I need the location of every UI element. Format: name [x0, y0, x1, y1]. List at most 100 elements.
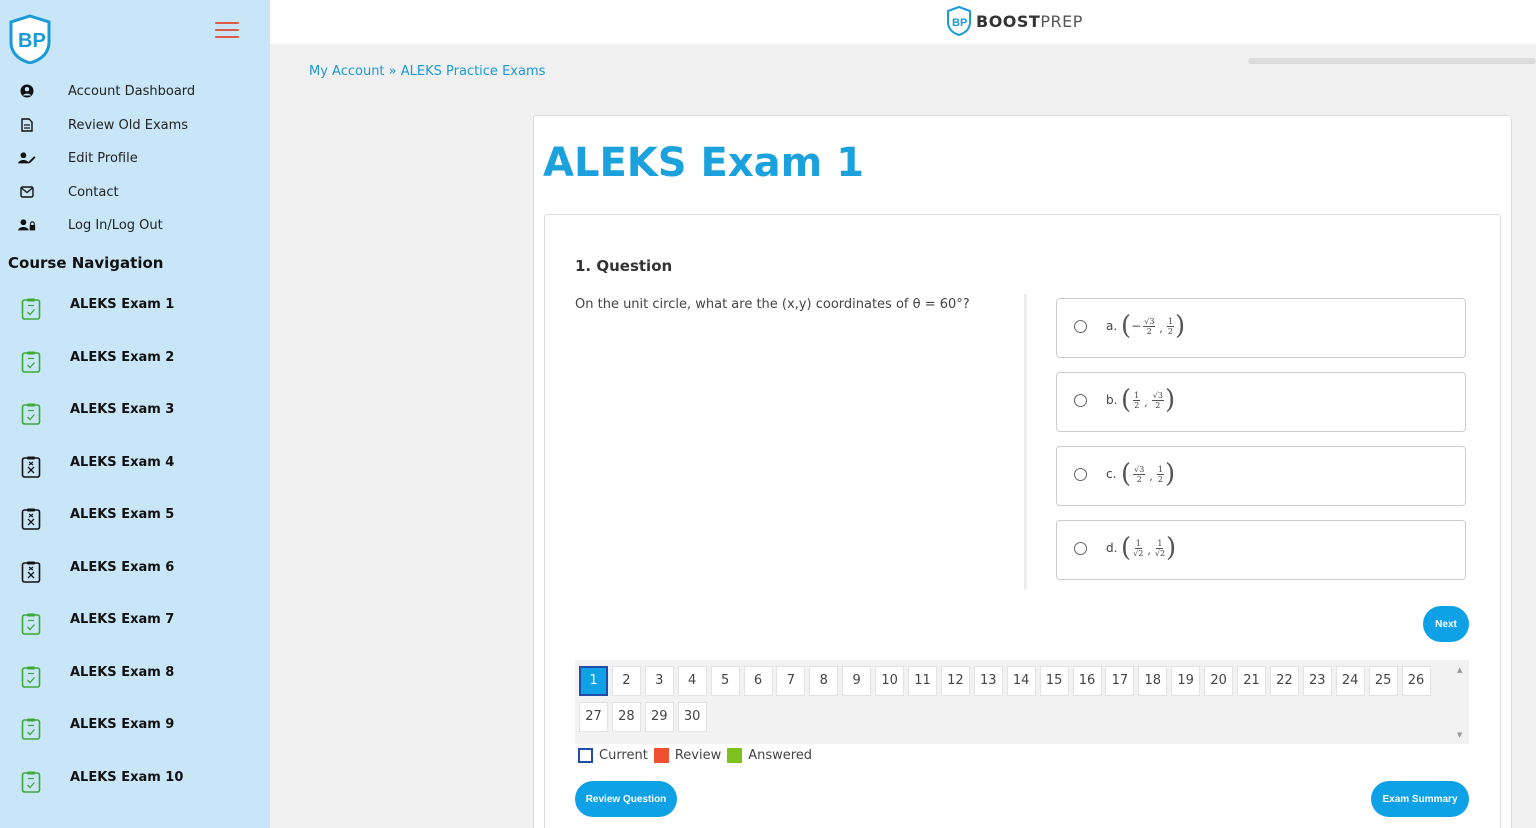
question-nav-cell[interactable]: 25: [1368, 666, 1398, 696]
course-nav-exam-2[interactable]: ALEKS Exam 2: [0, 350, 270, 390]
course-nav-exam-7[interactable]: ALEKS Exam 7: [0, 612, 270, 652]
course-navigation-heading: Course Navigation: [8, 254, 164, 272]
option-x-numerator: 1: [1133, 390, 1141, 401]
exam-title: ALEKS Exam 1: [543, 140, 865, 186]
question-nav-cell[interactable]: 27: [579, 702, 608, 732]
option-math: (√3 2, 1 2): [1121, 459, 1176, 489]
sidebar-item-label: Contact: [68, 184, 119, 200]
option-y-denominator: 2: [1157, 474, 1163, 484]
question-nav-cell[interactable]: 16: [1072, 666, 1102, 696]
breadcrumb-my-account[interactable]: My Account: [309, 64, 385, 79]
clipboard-check-icon: [20, 350, 42, 374]
course-nav-exam-label: ALEKS Exam 4: [70, 454, 175, 470]
sidebar-item-label: Review Old Exams: [68, 117, 189, 133]
boostprep-logo-icon[interactable]: BP: [8, 14, 52, 65]
question-nav-cell[interactable]: 7: [776, 666, 806, 696]
question-nav-cell[interactable]: 3: [644, 666, 674, 696]
review-question-button[interactable]: Review Question: [575, 781, 677, 817]
option-y-numerator: √3: [1151, 390, 1164, 401]
sidebar-item-label: Edit Profile: [68, 150, 138, 166]
clipboard-check-icon: [20, 717, 42, 741]
question-legend: Current Review Answered: [578, 748, 818, 763]
question-nav-cell[interactable]: 2: [611, 666, 641, 696]
radio-button[interactable]: [1074, 468, 1087, 481]
course-nav-exam-label: ALEKS Exam 2: [70, 349, 175, 365]
option-x-numerator: 1: [1134, 538, 1142, 549]
next-button[interactable]: Next: [1423, 606, 1469, 642]
question-nav-cell[interactable]: 18: [1138, 666, 1168, 696]
clipboard-x-icon: [20, 507, 42, 531]
question-nav-cell[interactable]: 22: [1269, 666, 1299, 696]
question-nav-cell[interactable]: 12: [940, 666, 970, 696]
document-icon: [18, 116, 36, 134]
course-nav-exam-4[interactable]: ALEKS Exam 4: [0, 455, 270, 495]
scroll-up-icon[interactable]: ▲: [1457, 666, 1462, 674]
question-nav-cell[interactable]: 24: [1335, 666, 1365, 696]
question-nav-cell[interactable]: 26: [1401, 666, 1431, 696]
sidebar-item-edit-profile[interactable]: Edit Profile: [0, 143, 270, 173]
question-nav-cell[interactable]: 8: [809, 666, 839, 696]
question-nav-cell[interactable]: 15: [1039, 666, 1069, 696]
scroll-down-icon[interactable]: ▼: [1457, 731, 1462, 739]
option-letter: c.: [1106, 467, 1117, 481]
course-nav-exam-3[interactable]: ALEKS Exam 3: [0, 402, 270, 442]
question-nav-cell[interactable]: 6: [743, 666, 773, 696]
legend-label: Review: [674, 748, 722, 763]
question-nav-cell[interactable]: 11: [908, 666, 937, 696]
answer-option-b[interactable]: b.(1 2, √3 2): [1056, 372, 1466, 432]
clipboard-check-icon: [20, 297, 42, 321]
question-nav-cell[interactable]: 30: [677, 702, 707, 732]
question-nav-cell[interactable]: 4: [677, 666, 707, 696]
course-nav-exam-9[interactable]: ALEKS Exam 9: [0, 717, 270, 757]
svg-text:BP: BP: [952, 17, 967, 29]
course-nav-exam-5[interactable]: ALEKS Exam 5: [0, 507, 270, 547]
question-nav-cell[interactable]: 14: [1006, 666, 1036, 696]
radio-button[interactable]: [1074, 542, 1087, 555]
question-nav-cell[interactable]: 20: [1204, 666, 1234, 696]
radio-button[interactable]: [1074, 394, 1087, 407]
question-nav-cell[interactable]: 28: [611, 702, 641, 732]
breadcrumb-aleks-practice-exams[interactable]: ALEKS Practice Exams: [401, 64, 546, 79]
option-letter: d.: [1106, 541, 1118, 555]
hamburger-menu-icon[interactable]: [215, 22, 239, 40]
clipboard-check-icon: [20, 770, 42, 794]
course-nav-exam-8[interactable]: ALEKS Exam 8: [0, 665, 270, 705]
question-navigator: 1 2 3 4 5 6 7 8 9 10 11 12 13 14 15 16 17 18 19 20 21 22 23 24 2…: [575, 660, 1469, 744]
course-nav-exam-1[interactable]: ALEKS Exam 1: [0, 297, 270, 337]
sidebar-item-contact[interactable]: Contact: [0, 177, 270, 207]
radio-button[interactable]: [1074, 320, 1087, 333]
question-nav-cell[interactable]: 19: [1171, 666, 1201, 696]
answer-option-a[interactable]: a.(− √3 2, 1 2): [1056, 298, 1466, 358]
sidebar-item-log-in-log-out[interactable]: Log In/Log Out: [0, 210, 270, 240]
answer-option-d[interactable]: d.(1 √2, 1 √2): [1056, 520, 1466, 580]
breadcrumb-separator: »: [384, 64, 401, 79]
option-math: (1 √2, 1 √2): [1121, 533, 1177, 563]
option-x-denominator: 2: [1136, 474, 1142, 484]
sidebar-item-account-dashboard[interactable]: Account Dashboard: [0, 76, 270, 106]
course-nav-exam-label: ALEKS Exam 1: [70, 297, 175, 312]
option-math: (1 2, √3 2): [1121, 385, 1176, 415]
clipboard-check-icon: [20, 665, 42, 689]
question-nav-cell[interactable]: 29: [644, 702, 674, 732]
question-nav-cell[interactable]: 1: [579, 666, 608, 696]
question-nav-cell[interactable]: 21: [1237, 666, 1266, 696]
legend-answered: Answered: [727, 748, 812, 763]
question-nav-cell[interactable]: 13: [973, 666, 1003, 696]
svg-text:BP: BP: [18, 30, 46, 52]
question-nav-cell[interactable]: 9: [842, 666, 872, 696]
course-nav-exam-6[interactable]: ALEKS Exam 6: [0, 560, 270, 600]
option-x-numerator: √3: [1133, 464, 1146, 475]
question-nav-cell[interactable]: 23: [1302, 666, 1332, 696]
legend-swatch: [578, 748, 593, 763]
exam-summary-button[interactable]: Exam Summary: [1371, 781, 1469, 817]
user-edit-icon: [18, 149, 36, 167]
question-nav-cell[interactable]: 5: [710, 666, 740, 696]
course-nav-exam-10[interactable]: ALEKS Exam 10: [0, 770, 270, 810]
brand[interactable]: BP BOOSTPREP: [946, 6, 1083, 36]
option-x-denominator: √2: [1133, 548, 1144, 558]
question-nav-cell[interactable]: 10: [875, 666, 905, 696]
option-y-denominator: 2: [1167, 326, 1173, 336]
answer-option-c[interactable]: c. (√3 2, 1 2): [1056, 446, 1466, 506]
question-nav-cell[interactable]: 17: [1105, 666, 1135, 696]
sidebar-item-review-old-exams[interactable]: Review Old Exams: [0, 110, 270, 140]
